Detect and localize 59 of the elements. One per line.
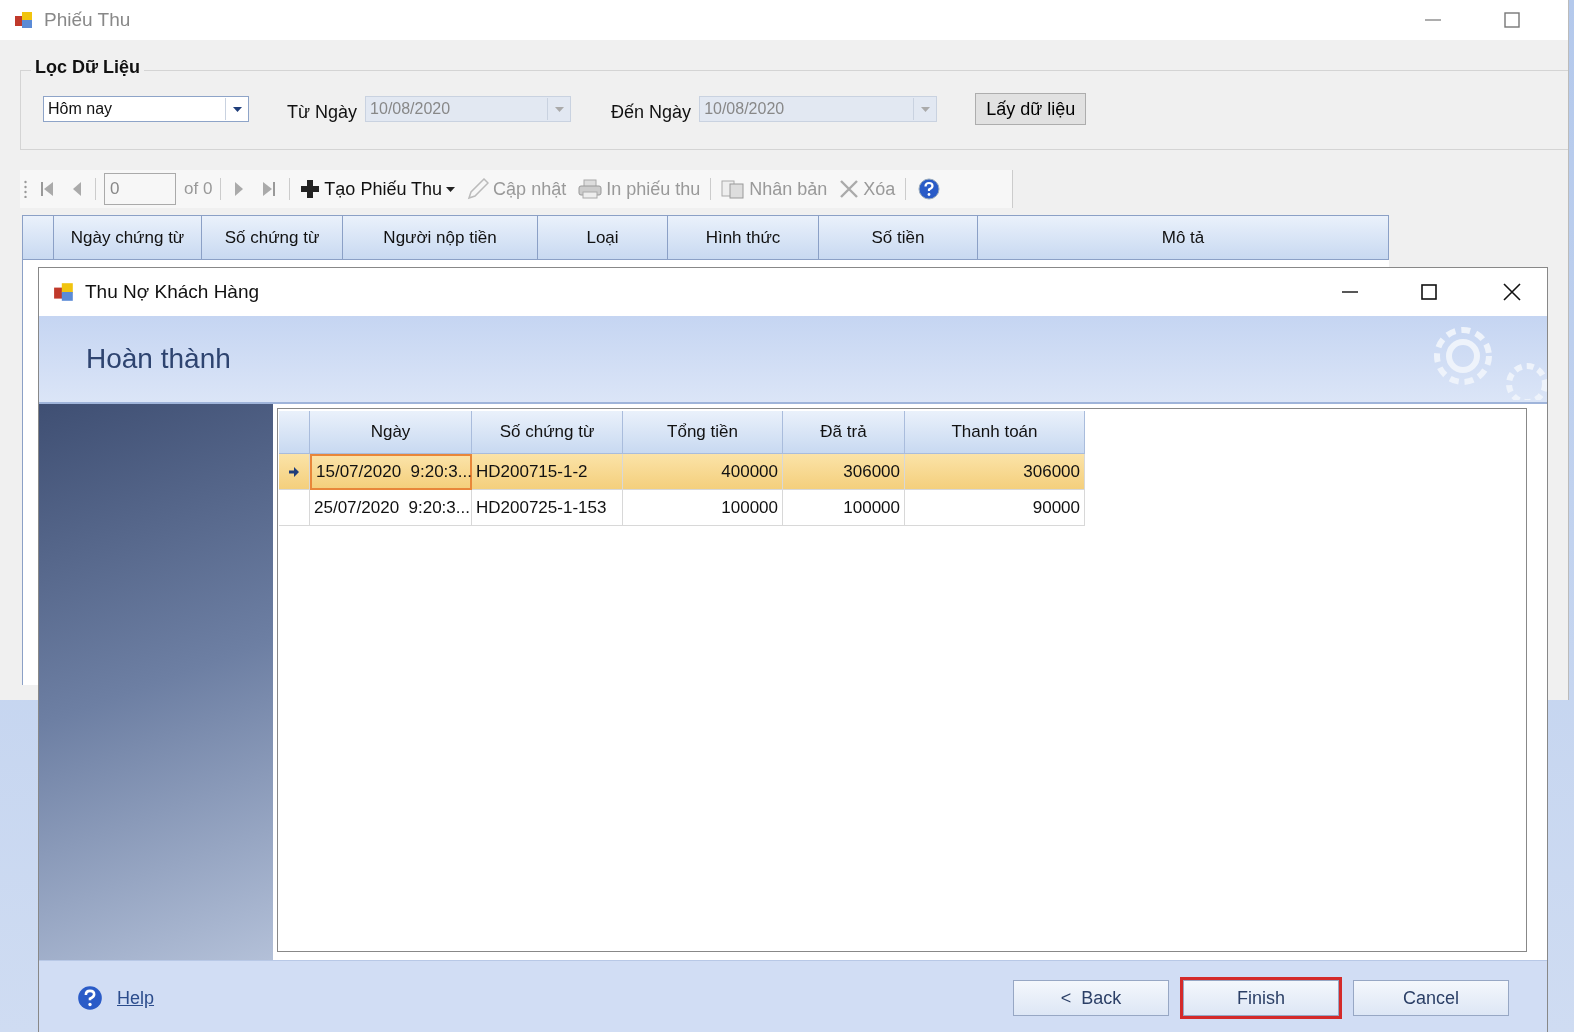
- pencil-icon: [467, 178, 490, 200]
- row-indicator-header: [279, 411, 310, 454]
- wizard-button[interactable]: Cancel: [1353, 980, 1509, 1016]
- table-cell: 15/07/2020 9:20:3...: [310, 454, 472, 490]
- column-header[interactable]: Thanh toán: [905, 411, 1085, 454]
- page-count-text: of 0: [184, 179, 213, 199]
- help-icon[interactable]: [918, 178, 941, 200]
- period-dropdown[interactable]: Hôm nay: [43, 96, 249, 122]
- add-button[interactable]: Tạo Phiếu Thu: [298, 178, 458, 200]
- column-header[interactable]: Hình thức: [668, 215, 819, 260]
- column-header[interactable]: Tổng tiền: [623, 411, 783, 454]
- grip-icon: [24, 180, 27, 198]
- table-cell: 306000: [783, 454, 905, 490]
- help-icon[interactable]: [77, 985, 103, 1011]
- column-header[interactable]: Số chứng từ: [472, 411, 623, 454]
- first-page-icon[interactable]: [39, 180, 55, 198]
- maximize-icon[interactable]: [1421, 284, 1437, 300]
- to-date-label: Đến Ngày: [611, 101, 692, 123]
- from-date-label: Từ Ngày: [287, 101, 358, 123]
- page-heading: Hoàn thành: [86, 343, 231, 375]
- dialog-title: Thu Nợ Khách Hàng: [85, 281, 260, 303]
- wizard-button[interactable]: Finish: [1183, 980, 1339, 1016]
- table-row[interactable]: 25/07/2020 9:20:3... HD200725-1-153 100000 100000 90000: [279, 490, 1526, 526]
- printer-icon: [578, 179, 603, 199]
- app-icon: [14, 10, 34, 30]
- table-cell: 100000: [623, 490, 783, 526]
- caret-icon: [232, 106, 242, 112]
- group-title: Lọc Dữ Liệu: [31, 57, 145, 78]
- row-pointer-icon: [289, 466, 299, 477]
- table-cell: HD200725-1-153: [472, 490, 623, 526]
- column-header[interactable]: Người nộp tiền: [343, 215, 538, 260]
- help-link[interactable]: Help: [117, 987, 155, 1009]
- caret-icon: [920, 106, 930, 112]
- plus-icon: [300, 179, 321, 199]
- column-header[interactable]: Đã trả: [783, 411, 905, 454]
- fetch-data-button[interactable]: Lấy dữ liệu: [975, 93, 1087, 125]
- copy-icon: [721, 179, 746, 199]
- app-icon: [53, 281, 75, 303]
- window-title: Phiếu Thu: [44, 9, 131, 31]
- column-header[interactable]: Số chứng từ: [202, 215, 343, 260]
- wizard-button[interactable]: < Back: [1013, 980, 1169, 1016]
- table-row[interactable]: 15/07/2020 9:20:3... HD200715-1-2 400000 306000 306000: [279, 454, 1526, 490]
- table-cell: 306000: [905, 454, 1085, 490]
- column-header[interactable]: Ngày chứng từ: [54, 215, 202, 260]
- caret-icon: [446, 186, 456, 192]
- column-header[interactable]: Ngày: [310, 411, 472, 454]
- close-icon[interactable]: [1503, 283, 1521, 301]
- table-cell: 100000: [783, 490, 905, 526]
- table-cell: HD200715-1-2: [472, 454, 623, 490]
- table-cell: 90000: [905, 490, 1085, 526]
- column-header[interactable]: Số tiền: [819, 215, 978, 260]
- caret-icon: [554, 106, 564, 112]
- table-cell: 25/07/2020 9:20:3...: [310, 490, 472, 526]
- column-header[interactable]: Loại: [538, 215, 668, 260]
- last-page-icon[interactable]: [261, 180, 278, 198]
- previous-page-icon[interactable]: [71, 180, 83, 198]
- table-cell: 400000: [623, 454, 783, 490]
- column-header[interactable]: Mô tả: [978, 215, 1389, 260]
- delete-icon: [839, 179, 860, 199]
